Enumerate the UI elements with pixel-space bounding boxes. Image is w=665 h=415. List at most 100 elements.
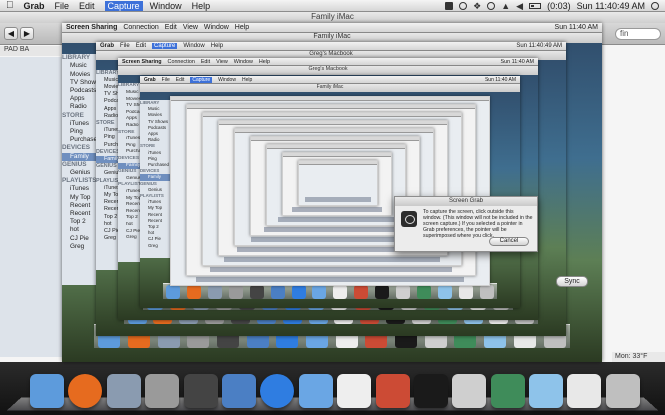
dvd-player-icon[interactable] [183,374,218,408]
nested-frame-dock [305,197,371,202]
frame-menu-app[interactable]: Screen Sharing [122,59,162,65]
menu-help[interactable]: Help [192,1,211,11]
firefox-icon[interactable] [68,374,103,408]
nested-frame-menu-bar [187,105,475,109]
nested-frame-menu-bar [299,161,377,165]
frame-clock: Sun 11:40:49 AM [516,43,562,49]
apple-menu-icon[interactable]:  [6,0,14,11]
system-preferences-icon[interactable] [145,374,180,408]
back-button[interactable]: ◀ [4,27,18,40]
search-input[interactable]: fin [615,28,661,40]
textedit-icon[interactable] [337,374,372,408]
frame-menu-app[interactable]: Grab [100,43,114,49]
screen-sharing-status-icon[interactable] [445,1,454,10]
frame-menu-item[interactable]: Connection [168,59,195,65]
frame-menu-item[interactable]: Help [211,43,223,49]
nested-frame-dock [278,217,394,222]
nested-frame-menu-bar [219,121,447,125]
nested-frame-dock [291,207,383,212]
sync-button[interactable]: Sync [556,276,588,287]
keynote-icon[interactable] [312,284,327,299]
trash-icon[interactable] [479,284,494,299]
downloads-stack-icon[interactable] [458,284,473,299]
menu-window[interactable]: Window [150,1,182,11]
iphone-config-icon[interactable] [375,374,410,408]
frame-menu-item[interactable]: Capture [190,76,213,83]
preview-icon[interactable] [208,284,223,299]
frame-menu-item[interactable]: Edit [165,24,177,31]
documents-folder-icon[interactable] [437,284,452,299]
weather-badge: Mon: 33°F [612,352,665,362]
menu-capture[interactable]: Capture [104,0,143,11]
dialog-title: Screen Grab [395,197,537,206]
time-machine-icon[interactable] [487,1,496,10]
nested-frame-dock [223,257,441,262]
documents-folder-icon[interactable] [529,374,564,408]
grab-icon[interactable] [452,374,487,408]
xcode-icon[interactable] [270,284,285,299]
frame-menu-item[interactable]: File [162,77,170,83]
cancel-button[interactable]: Cancel [489,237,529,246]
xcode-icon[interactable] [221,374,256,408]
frame-menu-item[interactable]: File [120,43,130,49]
frame-menu-item[interactable]: Window [234,59,253,65]
itunes-icon[interactable] [291,284,306,299]
frame-menu-item[interactable]: Edit [201,59,210,65]
frame-menu-item[interactable]: Edit [136,43,146,49]
iphone-config-icon[interactable] [354,284,369,299]
finder-icon[interactable] [30,374,64,408]
dvd-player-icon[interactable] [249,284,264,299]
downloads-stack-icon[interactable] [567,374,602,408]
terminal-icon[interactable] [375,284,390,299]
sync-status-icon[interactable] [459,1,468,10]
dock [0,362,665,415]
system-preferences-icon[interactable] [228,284,243,299]
trash-icon[interactable] [605,374,640,408]
bluetooth-icon[interactable]: ❖ [473,1,481,10]
menu-app-name[interactable]: Grab [24,1,45,11]
nested-frame-menu-bar [171,97,489,101]
frame-menu-item[interactable]: Window [218,77,236,83]
forward-arrow-icon: ▶ [23,29,31,38]
itunes-icon[interactable] [260,374,295,408]
back-arrow-icon: ◀ [7,29,15,38]
keynote-icon[interactable] [298,374,333,408]
frame-menu-item[interactable]: Window [183,43,204,49]
screen-sharing-icon[interactable] [416,284,431,299]
textedit-icon[interactable] [333,284,348,299]
frame-menu-item[interactable]: Capture [152,43,178,49]
sidebar-item[interactable]: Greg [140,243,172,249]
volume-icon[interactable]: ◀ [516,1,523,10]
menu-edit[interactable]: Edit [79,1,95,11]
wifi-icon[interactable]: ▲ [501,1,510,10]
battery-icon[interactable] [529,2,542,9]
forward-button[interactable]: ▶ [20,27,34,40]
finder-icon[interactable] [166,284,181,299]
tab-pad[interactable]: PAD BA [0,46,60,56]
menu-file[interactable]: File [55,1,70,11]
frame-menu-item[interactable]: Help [242,77,252,83]
frame-menu-item[interactable]: Edit [176,77,185,83]
nested-frame-dock [210,267,452,272]
grab-icon[interactable] [396,284,411,299]
frame-menu-item[interactable]: Help [259,59,270,65]
screen-sharing-icon[interactable] [490,374,525,408]
frame-menu-item[interactable]: Help [235,24,249,31]
firefox-icon[interactable] [187,284,202,299]
terminal-icon[interactable] [413,374,448,408]
frame-menu-item[interactable]: View [216,59,228,65]
spotlight-icon[interactable] [651,1,659,10]
nested-frame-dock [264,227,406,232]
frame-menu-item[interactable]: View [183,24,198,31]
frame-sidebar: LIBRARY Music Movies TV Shows Podcasts Apps Ra… [140,100,172,258]
preview-icon[interactable] [106,374,141,408]
clock[interactable]: Sun 11:40:49 AM [577,1,645,11]
frame-clock: Sun 11:40 AM [484,76,516,83]
frame-window-title: Family iMac [140,84,520,92]
frame-menu-item[interactable]: Window [204,24,229,31]
frame-menu-app[interactable]: Grab [144,77,156,83]
frame-menu-bar: Screen Sharing Connection Edit View Window He… [118,58,538,67]
frame-menu-app[interactable]: Screen Sharing [66,24,117,31]
frame-menu-bar: Grab File Edit Capture Window Help Sun 11:40 A… [140,76,520,84]
frame-menu-item[interactable]: Connection [123,24,158,31]
